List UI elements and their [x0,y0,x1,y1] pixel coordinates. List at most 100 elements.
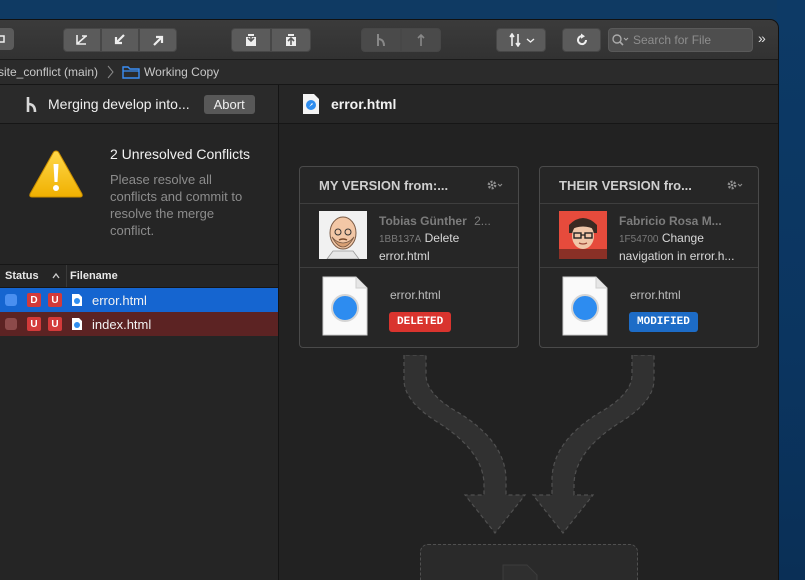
commit-message-line-2: navigation in error.h... [619,249,735,263]
toolbar: » [0,20,778,60]
status-badge-ours: U [27,317,41,331]
file-name: index.html [92,316,152,332]
safari-document-icon [322,276,368,336]
search-icon [612,34,629,46]
refresh-icon [576,33,587,46]
history-button-group [63,28,177,52]
apply-stash-icon [286,34,296,46]
html-file-icon [72,294,82,306]
commit-author: Fabricio Rosa M... [619,214,722,228]
merge-icon [377,34,385,47]
stash-button[interactable] [231,28,271,52]
conflict-detail-panel: error.html MY VERSION from:... Tobias Gü… [279,85,778,580]
status-badge-ours: D [27,293,41,307]
push-arrow-icon [153,35,164,46]
edit-icon [0,35,5,43]
empty-document-icon [502,564,538,580]
commit-author-line: Fabricio Rosa M... [619,214,722,228]
refresh-group [562,28,601,52]
card-title: THEIR VERSION fro... [559,177,692,193]
card-header: THEIR VERSION fro... [540,167,758,204]
version-file-name: error.html [630,288,681,302]
rebase-icon [417,33,425,46]
commit-info: Tobias Günther 2... 1BB137A Delete error… [300,204,518,268]
conflict-help-text: Please resolve all conflicts and commit … [110,172,243,238]
fetch-icon [76,35,87,45]
gear-icon[interactable] [726,178,746,192]
commit-message: 1F54700 Change navigation in error.h... [619,230,734,264]
status-badge-theirs: U [48,317,62,331]
branch-button-group [361,28,441,52]
sort-ascending-icon[interactable] [51,271,61,281]
version-file: error.html DELETED [300,268,518,347]
file-row-error[interactable]: D U error.html [0,288,278,312]
stash-button-group [231,28,311,52]
file-row-index[interactable]: U U index.html [0,312,278,336]
html-file-icon [72,318,82,330]
compare-menu-button[interactable] [496,28,546,52]
conflict-count-title: 2 Unresolved Conflicts [110,146,251,162]
compare-menu-group [496,28,546,52]
commit-date: 2... [474,214,491,228]
compare-arrows-icon [508,33,521,47]
gear-icon[interactable] [486,178,506,192]
breadcrumb: site_conflict (main) Working Copy [0,60,778,85]
stash-icon [246,34,256,46]
stage-checkbox[interactable] [5,318,17,330]
file-list-header: Status Filename [0,265,278,288]
commit-hash: 1F54700 [619,234,659,245]
column-divider [66,265,67,287]
detail-header: error.html [279,85,778,124]
status-badge-theirs: U [48,293,62,307]
commit-author: Tobias Günther [379,214,467,228]
avatar [319,211,367,259]
detail-filename: error.html [331,96,397,112]
search-input[interactable] [631,32,745,48]
html-file-icon [303,94,319,114]
app-window: » site_conflict (main) Working Copy Merg… [0,20,778,580]
merge-icon [26,97,37,113]
chevron-right-icon [107,65,114,79]
my-version-card[interactable]: MY VERSION from:... Tobias Günther 2... [299,166,519,348]
chevron-down-icon [526,38,534,43]
desktop-background [777,0,805,580]
breadcrumb-repo[interactable]: site_conflict (main) [0,65,98,79]
fetch-button[interactable] [63,28,101,52]
deleted-status-badge: DELETED [389,312,452,332]
filename-column-header[interactable]: Filename [70,270,118,282]
breadcrumb-location[interactable]: Working Copy [144,65,219,79]
commit-message-line-2: error.html [379,249,430,263]
commit-message: 1BB137A Delete error.html [379,230,459,264]
pull-button[interactable] [101,28,139,52]
stage-checkbox[interactable] [5,294,17,306]
version-file: error.html MODIFIED [540,268,758,347]
push-button[interactable] [139,28,177,52]
folder-icon [122,66,140,79]
apply-stash-button[interactable] [271,28,311,52]
avatar [559,211,607,259]
refresh-button[interactable] [562,28,601,52]
commit-info: Fabricio Rosa M... 1F54700 Change naviga… [540,204,758,268]
pull-arrow-icon [114,34,125,45]
toolbar-overflow-button[interactable]: » [758,30,766,46]
abort-button[interactable]: Abort [203,94,255,114]
commit-message-line-1: Change [661,231,704,245]
merge-button[interactable] [361,28,401,52]
version-file-name: error.html [390,288,441,302]
status-column-header[interactable]: Status [5,270,51,282]
modified-status-badge: MODIFIED [629,312,698,332]
their-version-card[interactable]: THEIR VERSION fro... Fabricio Rosa M... [539,166,759,348]
merge-status-bar: Merging develop into... Abort [0,85,278,124]
card-header: MY VERSION from:... [300,167,518,204]
search-field[interactable] [608,28,753,52]
rebase-button[interactable] [401,28,441,52]
conflict-summary: 2 Unresolved Conflicts Please resolve al… [0,124,278,265]
commit-author-line: Tobias Günther 2... [379,214,491,228]
safari-document-icon [562,276,608,336]
warning-icon [29,150,83,198]
conflict-sidebar: Merging develop into... Abort 2 Unresolv… [0,85,279,580]
merge-result-dropzone[interactable] [420,544,638,580]
toolbar-cut-button[interactable] [0,28,14,50]
commit-hash: 1BB137A [379,234,422,245]
merge-status-text: Merging develop into... [48,96,190,112]
